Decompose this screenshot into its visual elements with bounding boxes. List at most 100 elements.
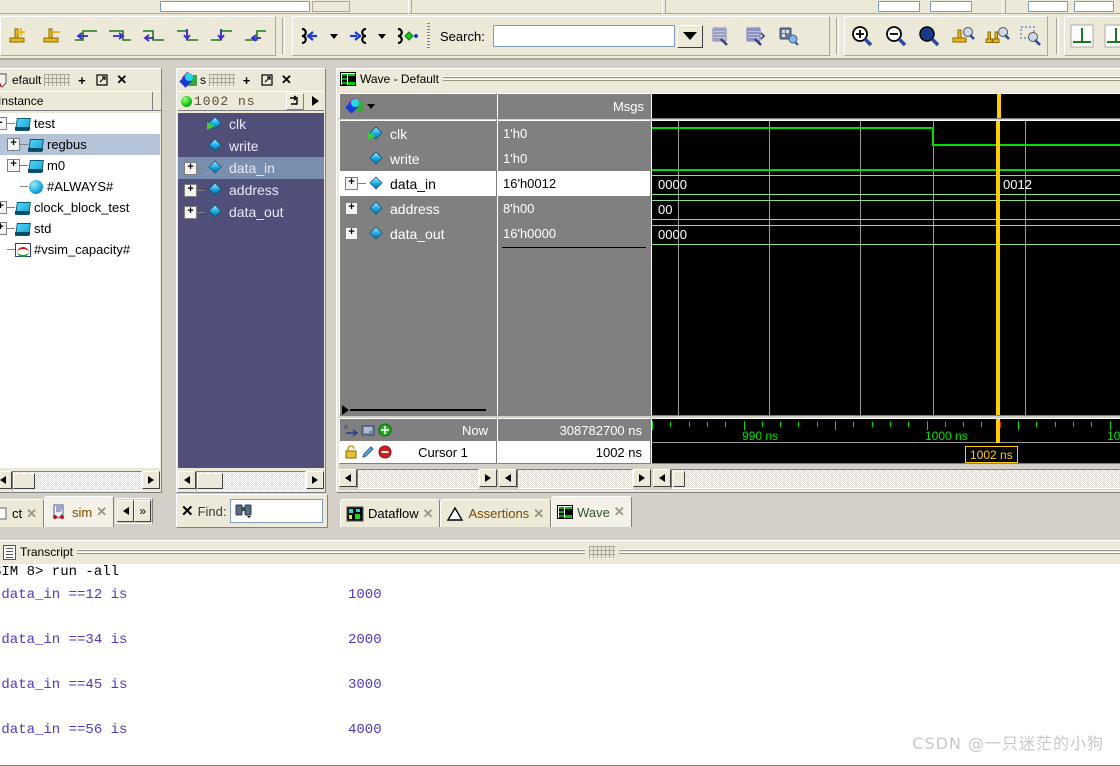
find-next-transition-icon[interactable]	[104, 20, 136, 52]
scroll-left-button[interactable]	[653, 469, 671, 487]
time-axis[interactable]: 990 ns 1000 ns 10	[652, 419, 1120, 443]
objects-overflow-icon[interactable]	[306, 93, 324, 110]
find-icon[interactable]	[704, 20, 736, 52]
dock-bottom-2-icon[interactable]	[1100, 20, 1120, 52]
instance-tree[interactable]: - test + regbus + m0 #ALWAYS# + clock_block_test…	[0, 113, 160, 468]
wave-expander[interactable]: +	[345, 177, 358, 190]
cursor-1-line[interactable]	[996, 121, 1000, 415]
expand-net-to-all-icon[interactable]	[390, 20, 422, 52]
wave-signal-row[interactable]: write	[340, 146, 496, 171]
cursor-time-flag[interactable]: 1002 ns	[965, 446, 1018, 463]
tab-wave[interactable]: Wave ✕	[551, 496, 632, 527]
object-expander[interactable]: +	[184, 205, 197, 219]
search-input[interactable]	[492, 25, 675, 47]
object-expander[interactable]: +	[184, 183, 197, 197]
cursor-row[interactable]: Cursor 1	[340, 441, 496, 463]
wave-canvas-hscrollbar[interactable]	[653, 469, 1120, 489]
partial-combo-4[interactable]	[1028, 1, 1068, 12]
wave-signal-row[interactable]: + address	[340, 196, 496, 221]
close-icon[interactable]: ✕	[533, 506, 544, 522]
instance-tree-row[interactable]: - test	[0, 113, 160, 134]
close-icon[interactable]: ✕	[181, 502, 194, 520]
object-expander[interactable]: +	[184, 161, 197, 175]
wave-names-hscrollbar[interactable]	[339, 469, 497, 489]
instance-tree-row[interactable]: + std	[0, 218, 160, 239]
close-icon[interactable]: ✕	[423, 506, 434, 522]
delete-cursor-icon[interactable]	[378, 445, 393, 459]
add-cursor-icon[interactable]	[378, 423, 393, 437]
find-next-icon[interactable]	[738, 20, 770, 52]
scroll-right-button[interactable]	[142, 471, 160, 489]
close-icon[interactable]: ✕	[96, 504, 107, 520]
cursor-marker[interactable]	[997, 94, 1001, 118]
object-row[interactable]: clk	[178, 113, 324, 135]
expand-net-to-drivers-icon[interactable]	[294, 20, 326, 52]
tab-sim[interactable]: sim ✕	[44, 496, 115, 527]
find-input[interactable]	[230, 499, 323, 523]
tree-expander[interactable]: +	[7, 159, 20, 172]
tab-dataflow[interactable]: Dataflow ✕	[340, 499, 441, 527]
instance-hscrollbar[interactable]	[0, 471, 160, 491]
object-row[interactable]: + data_out	[178, 201, 324, 223]
step-icon[interactable]	[286, 92, 304, 110]
scroll-right-button[interactable]	[306, 471, 324, 489]
wave-values-header[interactable]: Msgs	[497, 93, 651, 119]
wave-values-hscrollbar[interactable]	[499, 469, 651, 489]
undock-icon[interactable]	[93, 72, 110, 88]
partial-combo-2[interactable]	[878, 1, 920, 12]
tab-assertions[interactable]: Assertions ✕	[440, 499, 552, 527]
find-previous-rising-edge-icon[interactable]	[206, 20, 238, 52]
delete-cursor-icon[interactable]	[36, 20, 68, 52]
zoom-cursor-icon[interactable]	[947, 20, 979, 52]
wave-signal-row[interactable]: + data_out	[340, 221, 496, 246]
objects-hscrollbar[interactable]	[178, 471, 324, 491]
scroll-left-button[interactable]	[339, 469, 357, 487]
insert-cursor-icon[interactable]	[2, 20, 34, 52]
maximize-icon[interactable]: +	[238, 72, 255, 88]
find-and-replace-icon[interactable]	[772, 20, 804, 52]
close-icon[interactable]: ✕	[26, 506, 37, 522]
close-icon[interactable]: ✕	[278, 72, 295, 88]
partial-button-1[interactable]	[312, 1, 350, 12]
wave-timeline-ruler[interactable]: 990 ns 1000 ns 10 1002 ns	[651, 418, 1120, 464]
undock-icon[interactable]	[258, 72, 275, 88]
wave-signal-names[interactable]: clk write + data_in + address + data_out	[339, 120, 497, 416]
wave-canvas[interactable]: 0000 0012 00 0000	[651, 120, 1120, 416]
find-previous-falling-edge-icon[interactable]	[138, 20, 170, 52]
scroll-left-button[interactable]	[0, 471, 12, 489]
scroll-tabs-right-icon[interactable]: »	[134, 500, 152, 522]
tree-expander[interactable]: +	[0, 201, 7, 214]
chevron-down-icon[interactable]	[367, 103, 375, 109]
edit-cursor-icon[interactable]	[361, 445, 376, 459]
expand-drivers-dropdown-icon[interactable]	[330, 33, 338, 39]
wave-signal-row[interactable]: + data_in	[340, 171, 496, 196]
find-previous-transition-icon[interactable]	[70, 20, 102, 52]
tree-expander[interactable]: +	[0, 222, 7, 235]
zoom-mouse-icon[interactable]	[1014, 20, 1046, 52]
partial-combo-3[interactable]	[930, 1, 972, 12]
wave-expander[interactable]: +	[345, 227, 358, 240]
zoom-full-icon[interactable]	[913, 20, 945, 52]
binoculars-icon[interactable]	[234, 502, 254, 520]
close-icon[interactable]: ✕	[614, 504, 625, 520]
scroll-thumb[interactable]	[673, 471, 685, 487]
scroll-left-button[interactable]	[499, 469, 517, 487]
instance-tree-row[interactable]: #vsim_capacity#	[0, 239, 160, 260]
search-dropdown-button[interactable]	[676, 24, 703, 48]
find-next-rising-edge-icon[interactable]	[240, 20, 272, 52]
scroll-thumb[interactable]	[197, 473, 223, 489]
object-row[interactable]: write	[178, 135, 324, 157]
cursor-value-cell[interactable]: 1002 ns	[498, 441, 650, 463]
tree-expander[interactable]: -	[0, 117, 7, 130]
instance-tree-row[interactable]: + m0	[0, 155, 160, 176]
instance-tree-row[interactable]: + regbus	[0, 134, 160, 155]
scroll-tabs-left-icon[interactable]	[117, 500, 135, 522]
tab-project[interactable]: ct ✕	[0, 499, 45, 527]
zoom-in-icon[interactable]	[846, 20, 878, 52]
find-next-falling-edge-icon[interactable]	[172, 20, 204, 52]
wave-overview-strip[interactable]	[651, 93, 1120, 119]
scroll-thumb[interactable]	[13, 473, 35, 489]
partial-combo-5[interactable]	[1074, 1, 1114, 12]
scroll-right-button[interactable]	[479, 469, 497, 487]
object-row[interactable]: + data_in	[178, 157, 324, 179]
